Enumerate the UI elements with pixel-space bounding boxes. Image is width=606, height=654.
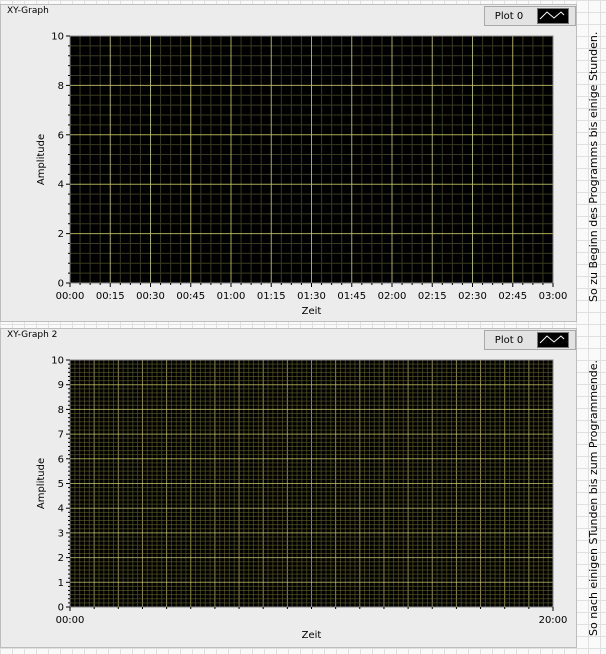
x-tick-label: 00:45 bbox=[176, 291, 205, 302]
y-tick-label: 8 bbox=[58, 81, 64, 92]
y-tick-label: 10 bbox=[51, 356, 64, 367]
x-tick-label: 01:00 bbox=[217, 291, 246, 302]
x-tick-label: 20:00 bbox=[539, 615, 568, 626]
x-tick-label: 02:15 bbox=[418, 291, 447, 302]
grid bbox=[70, 360, 553, 607]
y-axis-label: Amplitude bbox=[36, 458, 47, 509]
y-tick-label: 0 bbox=[58, 603, 64, 614]
vi-front-panel: XY-Graph Plot 0 0 2 4 6 8 10 00:00 00:15 00:30 00… bbox=[0, 0, 606, 654]
x-tick-label: 03:00 bbox=[539, 291, 568, 302]
y-tick-label: 1 bbox=[58, 578, 64, 589]
x-tick-label: 01:15 bbox=[257, 291, 286, 302]
side-note-bottom: So nach einigen STunden bis zum Programm… bbox=[587, 359, 600, 636]
y-tick-label: 6 bbox=[58, 130, 64, 141]
y-tick-label: 9 bbox=[58, 380, 64, 391]
y-tick-label: 0 bbox=[58, 279, 64, 290]
y-tick-label: 7 bbox=[58, 430, 64, 441]
y-tick-label: 2 bbox=[58, 553, 64, 564]
xy-graph-plot[interactable]: 0 2 4 6 8 10 00:00 00:15 00:30 00:45 01:00 01:15 01:… bbox=[1, 5, 578, 323]
x-tick-label: 02:00 bbox=[378, 291, 407, 302]
y-tick-label: 3 bbox=[58, 528, 64, 539]
xy-graph-2-panel: XY-Graph 2 Plot 0 0 1 2 3 4 5 6 7 8 9 10 00:00 20:00… bbox=[0, 328, 577, 648]
x-tick-label: 01:30 bbox=[297, 291, 326, 302]
x-tick-label: 02:30 bbox=[458, 291, 487, 302]
y-tick-label: 4 bbox=[58, 180, 64, 191]
x-tick-label: 01:45 bbox=[337, 291, 366, 302]
y-tick-label: 5 bbox=[58, 479, 64, 490]
y-tick-label: 8 bbox=[58, 405, 64, 416]
x-axis-label: Zeit bbox=[302, 306, 322, 317]
xy-graph-panel: XY-Graph Plot 0 0 2 4 6 8 10 00:00 00:15 00:30 00… bbox=[0, 4, 577, 322]
y-tick-label: 2 bbox=[58, 229, 64, 240]
y-axis-label: Amplitude bbox=[36, 134, 47, 185]
xy-graph-2-plot[interactable]: 0 1 2 3 4 5 6 7 8 9 10 00:00 20:00 Zeit Amplitude bbox=[1, 329, 578, 649]
x-tick-label: 00:00 bbox=[56, 291, 85, 302]
x-tick-label: 00:15 bbox=[96, 291, 125, 302]
side-note-top: So zu Beginn des Programms bis einige St… bbox=[587, 31, 600, 302]
x-axis-label: Zeit bbox=[302, 630, 322, 641]
y-tick-label: 6 bbox=[58, 454, 64, 465]
x-tick-label: 02:45 bbox=[498, 291, 527, 302]
y-tick-label: 4 bbox=[58, 504, 64, 515]
y-tick-label: 10 bbox=[51, 32, 64, 43]
x-tick-label: 00:30 bbox=[136, 291, 165, 302]
x-tick-label: 00:00 bbox=[56, 615, 85, 626]
